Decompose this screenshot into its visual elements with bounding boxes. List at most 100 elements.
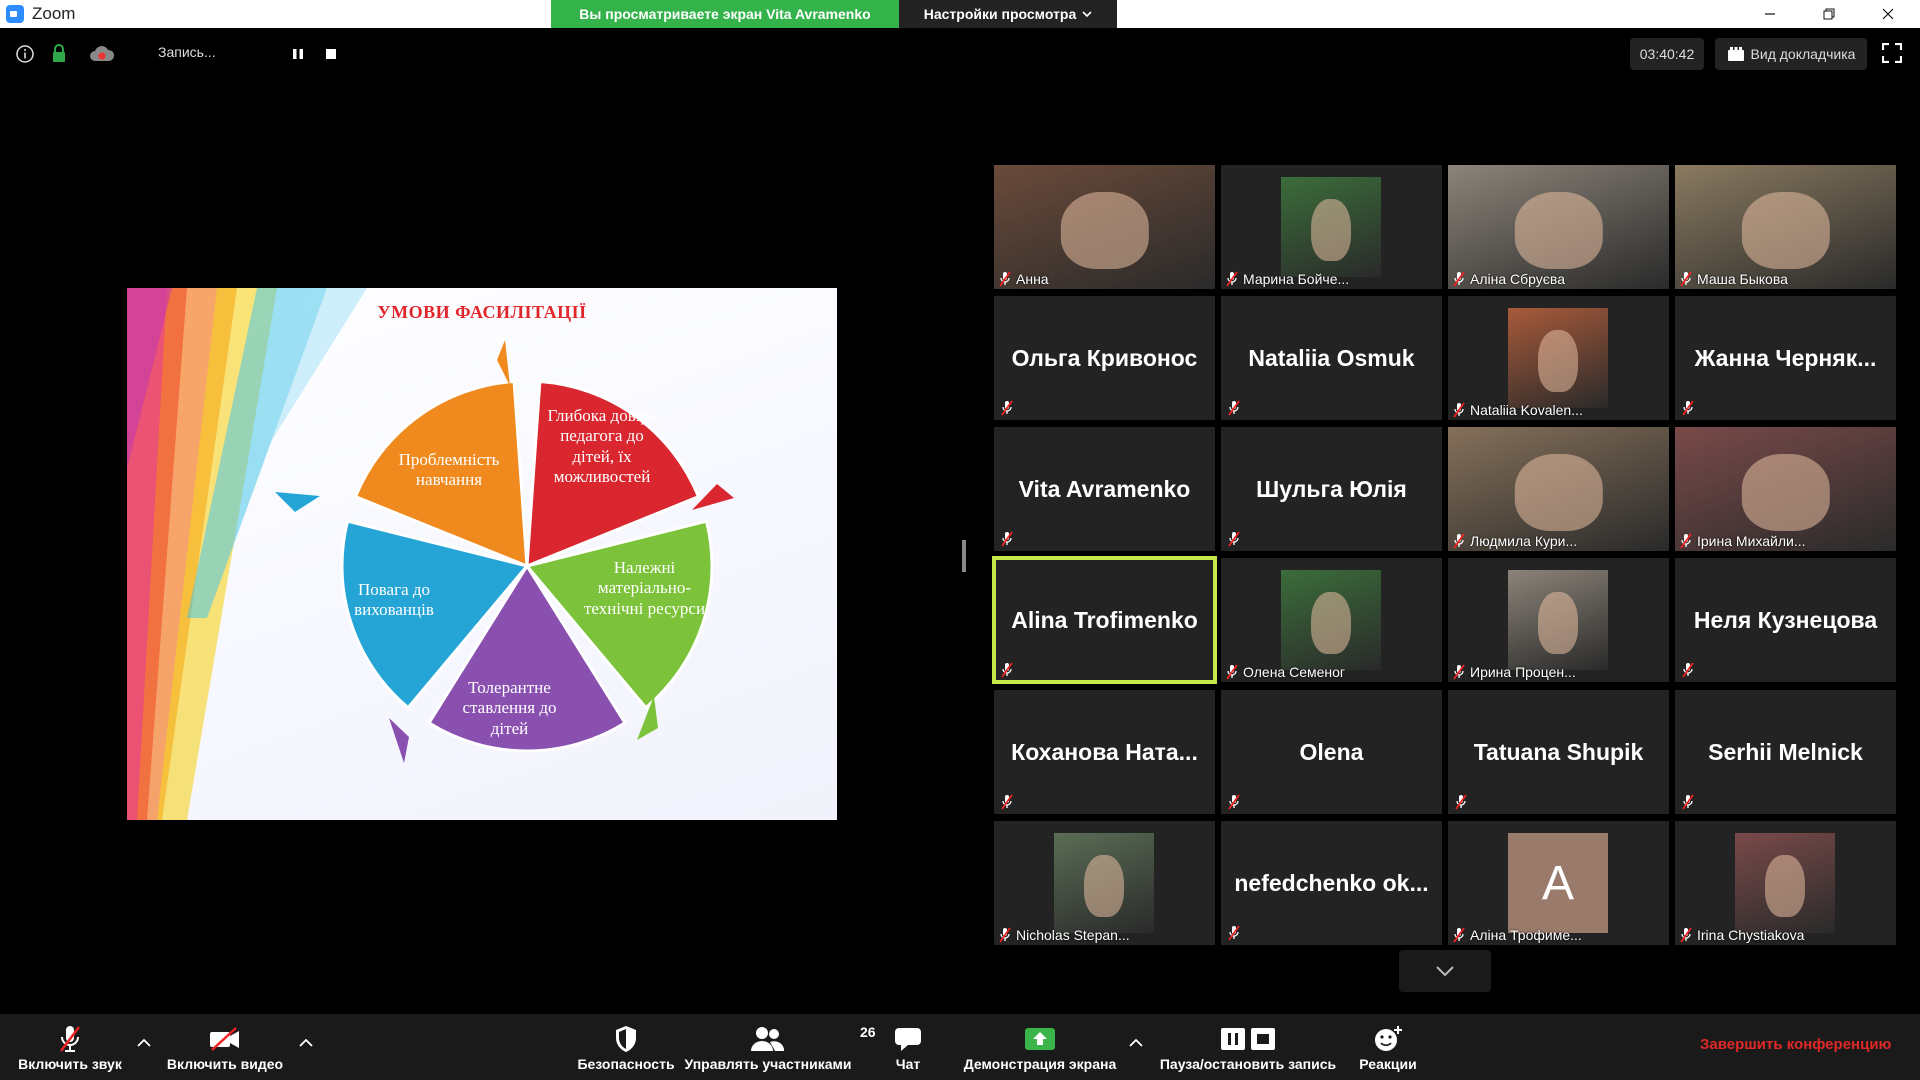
unmute-button[interactable]: Включить звук [10,1014,130,1080]
lock-icon [53,44,65,62]
speaker-view-button[interactable]: Вид докладчика [1715,38,1867,70]
manage-participants-button[interactable]: 26 Управлять участниками [683,1014,876,1080]
participant-name: Nataliia Osmuk [1248,344,1415,371]
participant-name: Олена Семеног [1243,664,1346,680]
participant-tile[interactable]: A Аліна Трофиме... [1448,821,1669,945]
participant-name: Nicholas Stepan... [1016,927,1130,943]
participant-tile[interactable]: Nataliia Osmuk [1221,296,1442,420]
zoom-logo-icon [6,5,24,23]
segment-label: Повага до вихованців [354,580,434,620]
participant-name: Ирина Процен... [1470,664,1576,680]
participant-name: Людмила Кури... [1470,533,1578,549]
participant-tile[interactable]: Людмила Кури... [1448,427,1669,551]
minimize-icon [1765,13,1775,15]
chevron-up-icon [299,1039,313,1047]
participant-tile[interactable]: Ольга Кривонос [994,296,1215,420]
restore-button[interactable] [1806,0,1852,28]
stop-recording-button[interactable] [320,43,342,65]
panel-resize-handle[interactable] [962,540,966,572]
minimize-button[interactable] [1747,0,1793,28]
participant-name-label: Марина Бойче... [1225,271,1349,287]
participant-tile[interactable]: Аліна Сбруєва [1448,165,1669,289]
avatar-letter: A [1541,856,1574,910]
microphone-muted-icon [1227,400,1241,416]
participant-name: Serhii Melnick [1708,738,1863,765]
participant-video [1281,570,1381,670]
participant-face [1311,592,1351,654]
participant-tile[interactable]: Alina Trofimenko [992,556,1217,684]
participant-name: Анна [1016,271,1049,287]
pause-icon [293,49,303,59]
participant-tile[interactable]: Olena [1221,690,1442,814]
start-video-button[interactable]: Включить видео [160,1014,290,1080]
pause-stop-icon [1221,1028,1275,1050]
participant-tile[interactable]: Tatuana Shupik [1448,690,1669,814]
reactions-button[interactable]: Реакции [1350,1014,1426,1080]
participant-tile[interactable]: Ірина Михайли... [1675,427,1896,551]
video-options-button[interactable] [295,1032,317,1054]
participant-tile[interactable]: Nataliia Kovalen... [1448,296,1669,420]
participant-tile[interactable]: Маша Быкова [1675,165,1896,289]
participant-name-label: Irina Chystiakova [1679,927,1804,943]
share-screen-button[interactable]: Демонстрация экрана [960,1014,1120,1080]
fullscreen-button[interactable] [1881,42,1904,65]
participant-name-label: Людмила Кури... [1452,533,1577,549]
microphone-muted-icon [1452,664,1466,680]
microphone-muted-icon [1452,533,1466,549]
encryption-button[interactable] [48,43,70,65]
stop-icon [326,49,336,59]
pause-stop-recording-button[interactable]: Пауза/остановить запись [1156,1014,1340,1080]
unmute-label: Включить звук [18,1056,122,1072]
cloud-recording-indicator [88,43,116,65]
participant-tile[interactable]: Олена Семеног [1221,558,1442,682]
participant-tile[interactable]: Irina Chystiakova [1675,821,1896,945]
participant-tile[interactable]: Serhii Melnick [1675,690,1896,814]
gallery-next-page-button[interactable] [1399,950,1491,992]
participant-name: Tatuana Shupik [1473,738,1644,765]
microphone-muted-icon [1227,531,1241,547]
audio-options-button[interactable] [133,1032,155,1054]
share-options-button[interactable] [1125,1032,1147,1054]
fullscreen-icon [1881,42,1903,64]
participant-tile[interactable]: Марина Бойче... [1221,165,1442,289]
security-button[interactable]: Безопасность [576,1014,676,1080]
recording-label: Запись... [158,44,216,60]
participant-tile[interactable]: Ирина Процен... [1448,558,1669,682]
security-label: Безопасность [577,1056,675,1072]
microphone-muted-icon [1452,271,1466,287]
participant-tile[interactable]: Vita Avramenko [994,427,1215,551]
view-options-button[interactable]: Настройки просмотра [899,0,1117,28]
segment-label: Глибока довіра педагога до дітей, їх мож… [547,406,657,487]
participant-tile[interactable]: Коханова Ната... [994,690,1215,814]
chevron-up-icon [1129,1039,1143,1047]
chat-button[interactable]: Чат [878,1014,938,1080]
close-button[interactable] [1865,0,1911,28]
emoji-add-icon [1375,1026,1402,1051]
restore-icon [1823,8,1835,20]
participant-name: Alina Trofimenko [1011,606,1198,633]
end-meeting-button[interactable]: Завершить конференцию [1700,1036,1891,1053]
participant-name: Аліна Трофиме... [1470,927,1582,943]
share-screen-label: Демонстрация экрана [963,1056,1117,1072]
microphone-muted-icon [1679,533,1693,549]
pause-recording-button[interactable] [287,43,309,65]
meeting-info-button[interactable] [14,43,36,65]
participant-tile[interactable]: Неля Кузнецова [1675,558,1896,682]
arrow-purple-icon [389,718,409,763]
participant-name-label: Маша Быкова [1679,271,1788,287]
participant-face [1765,855,1805,917]
participant-tile[interactable]: Анна [994,165,1215,289]
participant-tile[interactable]: nefedchenko ok... [1221,821,1442,945]
microphone-muted-icon [1681,794,1695,810]
participant-tile[interactable]: Nicholas Stepan... [994,821,1215,945]
record-label: Пауза/остановить запись [1159,1056,1337,1072]
microphone-muted-icon [60,1026,80,1052]
participant-name-label: Аліна Трофиме... [1452,927,1582,943]
arrow-orange-icon [497,340,510,386]
participant-video [1735,833,1835,933]
microphone-muted-icon [1227,925,1241,941]
participant-tile[interactable]: Шульга Юлія [1221,427,1442,551]
participant-tile[interactable]: Жанна Черняк... [1675,296,1896,420]
participant-video [1508,570,1608,670]
participant-name-label: Nataliia Kovalen... [1452,402,1583,418]
